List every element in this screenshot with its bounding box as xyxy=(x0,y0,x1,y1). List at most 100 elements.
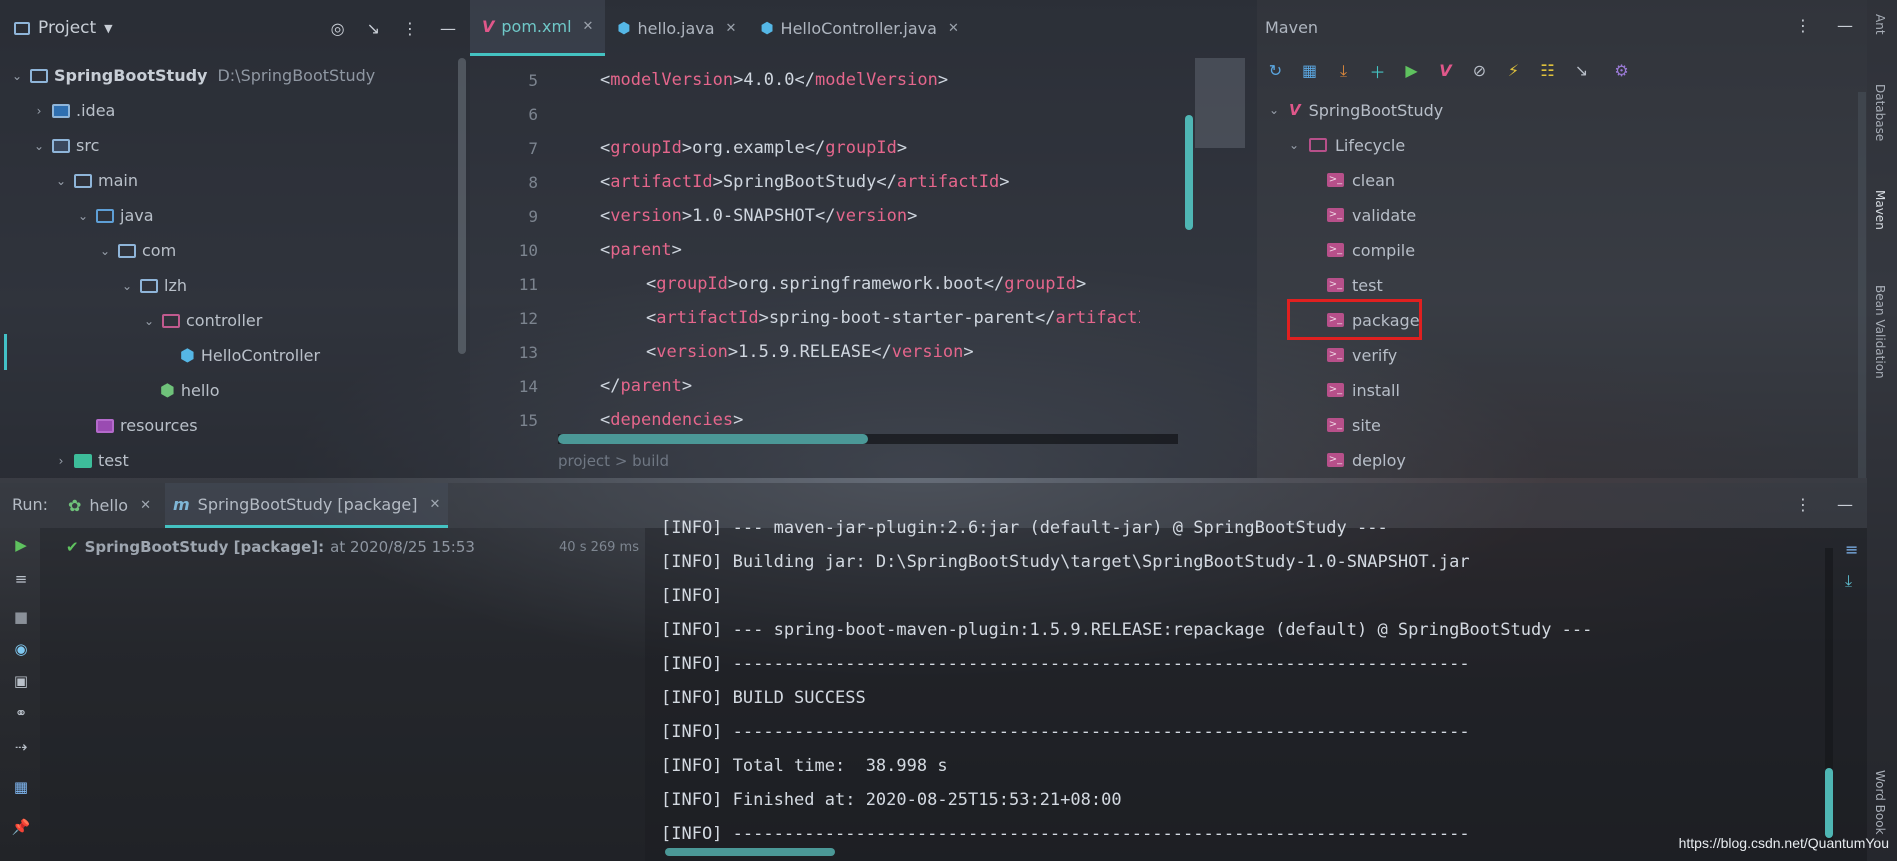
generate-sources-icon[interactable]: ▦ xyxy=(1299,60,1320,81)
maven-goal-verify[interactable]: >_ verify xyxy=(1327,340,1397,370)
console-line: [INFO] BUILD SUCCESS xyxy=(661,688,866,708)
toggle-offline-icon[interactable]: ⊘ xyxy=(1469,60,1490,81)
tool-window-database[interactable]: Database xyxy=(1873,84,1887,141)
tool-window-ant[interactable]: Ant xyxy=(1873,14,1887,35)
chevron-down-icon[interactable]: ⌄ xyxy=(54,174,68,188)
hide-icon[interactable]: — xyxy=(1837,495,1853,514)
tab-hellocontroller-java[interactable]: ⬢ HelloController.java ✕ xyxy=(748,0,970,56)
reload-icon[interactable]: ↻ xyxy=(1265,60,1286,81)
tree-item-hello[interactable]: ⬢ hello xyxy=(160,373,220,408)
close-icon[interactable]: ✕ xyxy=(948,21,959,36)
rerun-icon[interactable]: ▶ xyxy=(11,536,31,556)
close-icon[interactable]: ✕ xyxy=(140,498,151,513)
console-horizontal-scrollbar[interactable] xyxy=(665,848,835,856)
maven-project-root[interactable]: ⌄ V SpringBootStudy xyxy=(1267,95,1443,125)
close-icon[interactable]: ✕ xyxy=(429,497,440,512)
code-line: <groupId>org.example</groupId> xyxy=(600,138,908,158)
chevron-down-icon[interactable]: ⌄ xyxy=(142,314,156,328)
pin-icon[interactable]: 📌 xyxy=(11,818,31,838)
more-options-icon[interactable]: ⋮ xyxy=(1795,495,1811,514)
maven-goal-validate[interactable]: >_ validate xyxy=(1327,200,1416,230)
line-number: 8 xyxy=(528,173,538,192)
run-tab-hello[interactable]: ✿ hello ✕ xyxy=(60,483,159,528)
add-icon[interactable]: ＋ xyxy=(1367,60,1388,82)
chevron-right-icon[interactable]: › xyxy=(54,454,68,468)
maven-goal-site[interactable]: >_ site xyxy=(1327,410,1381,440)
camera-icon[interactable]: ▣ xyxy=(11,672,31,692)
chevron-down-icon[interactable]: ⌄ xyxy=(10,69,24,83)
layout-icon[interactable]: ▦ xyxy=(11,778,31,798)
chevron-right-icon[interactable]: › xyxy=(32,104,46,118)
goal-icon: >_ xyxy=(1327,173,1344,187)
chevron-down-icon[interactable]: ⌄ xyxy=(120,279,134,293)
chevron-down-icon[interactable]: ⌄ xyxy=(1287,138,1301,152)
tree-item-resources[interactable]: resources xyxy=(96,408,198,443)
more-options-icon[interactable]: ⋮ xyxy=(1795,16,1811,35)
close-icon[interactable]: ✕ xyxy=(726,21,737,36)
skip-tests-icon[interactable]: ⚡ xyxy=(1503,60,1524,81)
soft-wrap-icon[interactable]: ≡ xyxy=(1845,540,1858,559)
exit-icon[interactable]: ⇢ xyxy=(11,738,31,758)
editor-vertical-scrollbar[interactable] xyxy=(1185,115,1193,230)
tree-item-main[interactable]: ⌄ main xyxy=(54,163,138,198)
code-line: <artifactId>SpringBootStudy</artifactId> xyxy=(600,172,1010,192)
dependencies-diagram-icon[interactable]: ☷ xyxy=(1537,60,1558,81)
collapse-icon[interactable]: ↘ xyxy=(367,19,380,38)
chevron-down-icon[interactable]: ⌄ xyxy=(98,244,112,258)
collapse-all-icon[interactable]: ↘ xyxy=(1571,60,1592,81)
tree-item-idea[interactable]: › .idea xyxy=(32,93,116,128)
maven-run-icon: m xyxy=(173,494,190,514)
tab-hello-java[interactable]: ⬢ hello.java ✕ xyxy=(605,0,748,56)
tree-item-hellocontroller[interactable]: ⬢ HelloController xyxy=(180,338,320,373)
run-tab-package[interactable]: m SpringBootStudy [package] ✕ xyxy=(165,483,449,528)
chevron-down-icon[interactable]: ⌄ xyxy=(76,209,90,223)
tree-item-springbootstudy[interactable]: ⌄ SpringBootStudy D:\SpringBootStudy xyxy=(10,58,375,93)
chevron-down-icon[interactable]: ⌄ xyxy=(1267,103,1281,117)
code-area[interactable]: <modelVersion>4.0.0</modelVersion> <grou… xyxy=(600,56,1140,436)
run-icon[interactable]: ▶ xyxy=(1401,60,1422,81)
settings-icon[interactable]: ⚙ xyxy=(1611,60,1632,81)
locate-icon[interactable]: ◎ xyxy=(331,19,345,38)
hide-icon[interactable]: — xyxy=(440,19,456,38)
maven-goal-clean[interactable]: >_ clean xyxy=(1327,165,1395,195)
tree-item-com[interactable]: ⌄ com xyxy=(98,233,176,268)
close-icon[interactable]: ✕ xyxy=(583,19,594,34)
tab-label: hello.java xyxy=(637,18,715,38)
hide-icon[interactable]: — xyxy=(1837,16,1853,35)
tree-item-lzh[interactable]: ⌄ lzh xyxy=(120,268,187,303)
maven-scrollbar[interactable] xyxy=(1858,92,1866,478)
execute-goal-icon[interactable]: V xyxy=(1435,60,1456,81)
eye-icon[interactable]: ◉ xyxy=(11,640,31,660)
maven-goal-install[interactable]: >_ install xyxy=(1327,375,1400,405)
tab-pom-xml[interactable]: V pom.xml ✕ xyxy=(470,0,606,56)
console-output[interactable]: [INFO] --- maven-jar-plugin:2.6:jar (def… xyxy=(645,518,1867,861)
tool-window-bean-validation[interactable]: Bean Validation xyxy=(1873,285,1887,379)
code-line: <dependencies> xyxy=(600,410,744,430)
tree-item-src[interactable]: ⌄ src xyxy=(32,128,99,163)
maven-goal-compile[interactable]: >_ compile xyxy=(1327,235,1415,265)
project-view-selector[interactable]: Project ▼ xyxy=(14,18,113,38)
tree-item-controller[interactable]: ⌄ controller xyxy=(142,303,262,338)
tree-item-java[interactable]: ⌄ java xyxy=(76,198,154,233)
stop-icon[interactable]: ■ xyxy=(11,608,31,628)
download-icon[interactable]: ⤓ xyxy=(1333,60,1354,81)
tool-window-word-book[interactable]: Word Book xyxy=(1873,770,1887,835)
plug-icon[interactable]: ⚭ xyxy=(11,704,31,724)
tool-window-maven[interactable]: Maven xyxy=(1873,190,1887,230)
code-minimap[interactable] xyxy=(1195,58,1245,148)
editor-horizontal-scrollbar[interactable] xyxy=(558,434,1178,444)
maven-goal-test[interactable]: >_ test xyxy=(1327,270,1383,300)
toggle-view-icon[interactable]: ≡ xyxy=(11,570,31,590)
console-scrollbar-thumb[interactable] xyxy=(1825,768,1833,838)
maven-goal-deploy[interactable]: >_ deploy xyxy=(1327,445,1406,475)
run-tree-item[interactable]: ✔ SpringBootStudy [package]: at 2020/8/2… xyxy=(66,538,475,556)
maven-lifecycle[interactable]: ⌄ Lifecycle xyxy=(1287,130,1405,160)
tree-item-test[interactable]: › test xyxy=(54,443,129,478)
more-options-icon[interactable]: ⋮ xyxy=(402,19,418,38)
tree-item-label: java xyxy=(120,206,154,225)
scroll-to-end-icon[interactable]: ⤓ xyxy=(1845,571,1858,591)
breadcrumb[interactable]: project > build xyxy=(558,452,669,470)
console-line: [INFO] --- spring-boot-maven-plugin:1.5.… xyxy=(661,620,1593,640)
chevron-down-icon[interactable]: ⌄ xyxy=(32,139,46,153)
project-scrollbar[interactable] xyxy=(458,58,466,354)
